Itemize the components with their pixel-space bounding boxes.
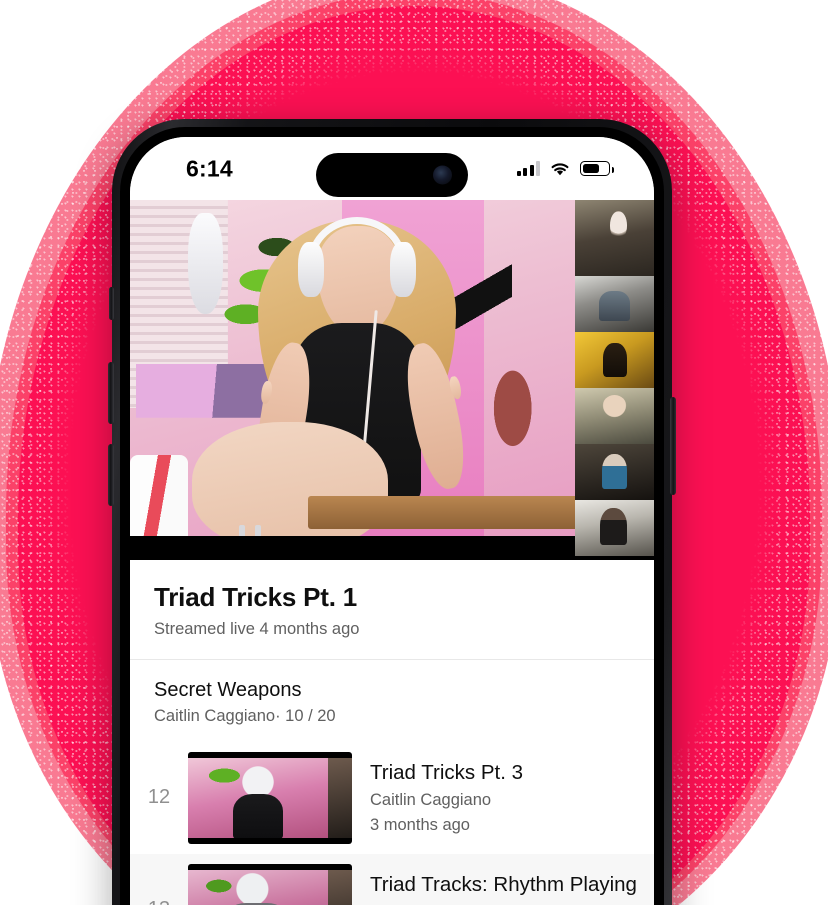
playlist-row-index: 13 <box>130 898 188 905</box>
participant-tile[interactable] <box>575 276 654 332</box>
playlist-row-index: 12 <box>147 786 171 809</box>
volume-down-button[interactable] <box>108 444 114 506</box>
wifi-icon <box>551 162 569 175</box>
volume-up-button[interactable] <box>108 362 114 424</box>
playlist-row-thumbnail[interactable] <box>188 751 352 844</box>
video-player[interactable] <box>130 200 654 560</box>
guitar-neck <box>308 495 575 530</box>
participant-strip-filler <box>575 556 654 560</box>
playlist-row-title: Triad Tricks Pt. 3 <box>370 761 524 785</box>
playlist-meta: Caitlin Caggiano· 10 / 20 <box>154 706 336 725</box>
power-button[interactable] <box>670 397 676 495</box>
mute-switch-button[interactable] <box>109 287 114 320</box>
playlist-title: Secret Weapons <box>154 678 302 701</box>
status-bar: 6:14 <box>130 137 654 200</box>
participant-strip[interactable] <box>575 200 654 560</box>
dynamic-island[interactable] <box>316 153 468 197</box>
playlist-row-info: Triad Tricks Pt. 3 Caitlin Caggiano 3 mo… <box>352 760 654 835</box>
playlist-row[interactable]: 13 Triad Tracks: Rhythm Playing Caitlin … <box>130 853 654 905</box>
playlist-row-thumbnail[interactable] <box>188 863 352 905</box>
playlist-header[interactable]: Secret Weapons Caitlin Caggiano· 10 / 20 <box>130 659 654 742</box>
participant-tile[interactable] <box>575 388 654 444</box>
playlist-row-channel: Caitlin Caggiano <box>370 791 492 810</box>
participant-tile[interactable] <box>575 200 654 276</box>
video-subtitle: Streamed live 4 months ago <box>154 619 360 638</box>
phone-screen: 6:14 Triad Tricks Pt. 1 Streamed live 4 … <box>130 137 654 905</box>
video-frame-content <box>130 200 575 536</box>
main-speaker-video[interactable] <box>130 200 575 536</box>
playlist-row[interactable]: 12 Triad Tricks Pt. 3 Caitlin Caggiano 3… <box>130 742 654 854</box>
video-title: Triad Tricks Pt. 1 <box>154 582 358 612</box>
status-bar-indicators <box>516 161 614 177</box>
playlist-row-age: 3 months ago <box>370 816 470 835</box>
wall-guitar-prop <box>187 213 224 315</box>
cellular-signal-icon <box>516 161 540 176</box>
drum-prop <box>130 455 188 536</box>
participant-tile[interactable] <box>575 444 654 500</box>
playlist-list[interactable]: 12 Triad Tricks Pt. 3 Caitlin Caggiano 3… <box>130 741 654 905</box>
phone-mockup: 6:14 Triad Tricks Pt. 1 Streamed live 4 … <box>108 119 676 905</box>
participant-tile[interactable] <box>575 332 654 388</box>
video-info-panel: Triad Tricks Pt. 1 Streamed live 4 month… <box>130 560 654 659</box>
playlist-row-info: Triad Tracks: Rhythm Playing Caitlin Cag… <box>352 872 654 905</box>
front-camera-icon <box>433 165 452 185</box>
status-bar-clock: 6:14 <box>186 155 233 181</box>
playlist-row-title: Triad Tracks: Rhythm Playing <box>370 873 637 897</box>
battery-icon <box>580 161 614 176</box>
participant-tile[interactable] <box>575 500 654 556</box>
